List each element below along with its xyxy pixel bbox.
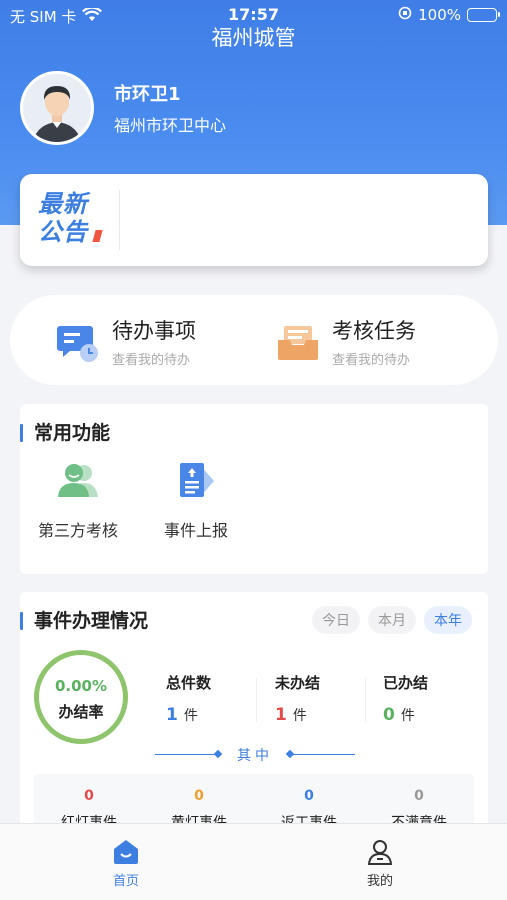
- red-light-events-value: 0: [84, 788, 94, 804]
- stat-divider: [365, 678, 366, 722]
- assessment-tasks-button[interactable]: 考核任务 查看我的待办: [276, 315, 416, 368]
- stat-total[interactable]: 总件数 1件: [166, 672, 211, 725]
- assessment-tasks-title: 考核任务: [332, 319, 416, 343]
- rework-events-value: 0: [304, 788, 314, 804]
- yellow-light-events-value: 0: [194, 788, 204, 804]
- report-upload-icon: [174, 459, 218, 503]
- todo-items-title: 待办事项: [112, 319, 196, 343]
- event-status-title: 事件办理情况: [20, 610, 148, 632]
- tab-today[interactable]: 今日: [312, 606, 360, 634]
- tab-home[interactable]: 首页: [96, 838, 156, 889]
- battery-icon: [467, 8, 500, 22]
- third-party-assessment-label: 第三方考核: [37, 521, 118, 540]
- page-title: 福州城管: [211, 26, 296, 50]
- tab-this-month[interactable]: 本月: [368, 606, 416, 634]
- period-tabs: 今日 本月 本年: [312, 606, 472, 634]
- stat-total-value: 1: [166, 705, 178, 725]
- assessment-tasks-subtitle: 查看我的待办: [332, 353, 411, 368]
- tab-mine[interactable]: 我的: [350, 838, 410, 889]
- stat-total-unit: 件: [183, 708, 198, 724]
- completion-rate-label: 办结率: [58, 703, 104, 721]
- announcement-logo: 最新 公告: [38, 190, 120, 250]
- among-divider: 其中: [155, 744, 355, 764]
- person-icon: [366, 838, 394, 866]
- announcement-logo-line1: 最新: [38, 190, 88, 218]
- user-organization: 福州市环卫中心: [114, 116, 227, 135]
- stat-open-value: 1: [275, 705, 287, 725]
- stat-open[interactable]: 未办结 1件: [275, 672, 320, 725]
- stat-closed-unit: 件: [400, 708, 415, 724]
- users-icon: [56, 459, 100, 503]
- stat-open-label: 未办结: [275, 674, 321, 692]
- user-name: 市环卫1: [114, 84, 181, 105]
- stat-closed-value: 0: [383, 705, 395, 725]
- event-report-label: 事件上报: [163, 521, 228, 540]
- completion-rate-ring: 0.00% 办结率: [34, 650, 128, 744]
- todo-items-subtitle: 查看我的待办: [112, 353, 191, 368]
- tab-home-label: 首页: [112, 874, 139, 889]
- tab-this-year[interactable]: 本年: [424, 606, 472, 634]
- third-party-assessment-button[interactable]: 第三方考核: [28, 459, 128, 541]
- stat-closed-label: 已办结: [383, 674, 429, 692]
- todo-items-button[interactable]: 待办事项 查看我的待办: [56, 315, 196, 368]
- stat-open-unit: 件: [292, 708, 307, 724]
- announcement-logo-line2: 公告: [38, 218, 88, 246]
- stat-divider: [256, 678, 257, 722]
- tasks-card: 待办事项 查看我的待办 考核任务 查看我的待办: [10, 295, 498, 385]
- stat-closed[interactable]: 已办结 0件: [383, 672, 428, 725]
- bottom-tab-bar: 首页 我的: [0, 823, 507, 900]
- diamond-icon: [213, 749, 223, 759]
- completion-rate-value: 0.00%: [54, 677, 108, 695]
- event-status-card: 事件办理情况 今日 本月 本年 0.00% 办结率 总件数 1件 未办结 1件 …: [20, 592, 488, 834]
- avatar[interactable]: [20, 71, 94, 145]
- common-functions-title: 常用功能: [20, 422, 110, 444]
- announcement-card[interactable]: 最新 公告: [20, 174, 488, 266]
- home-icon: [112, 838, 140, 866]
- inbox-tray-icon: [276, 320, 320, 364]
- message-clock-icon: [56, 320, 100, 364]
- tab-mine-label: 我的: [366, 874, 393, 889]
- unsatisfied-events-value: 0: [414, 788, 424, 804]
- among-label: 其中: [237, 748, 273, 764]
- event-report-button[interactable]: 事件上报: [146, 459, 246, 541]
- profile-section[interactable]: 市环卫1 福州市环卫中心: [20, 71, 226, 145]
- common-functions-card: 常用功能 第三方考核 事件上报: [20, 404, 488, 574]
- stat-total-label: 总件数: [166, 674, 212, 692]
